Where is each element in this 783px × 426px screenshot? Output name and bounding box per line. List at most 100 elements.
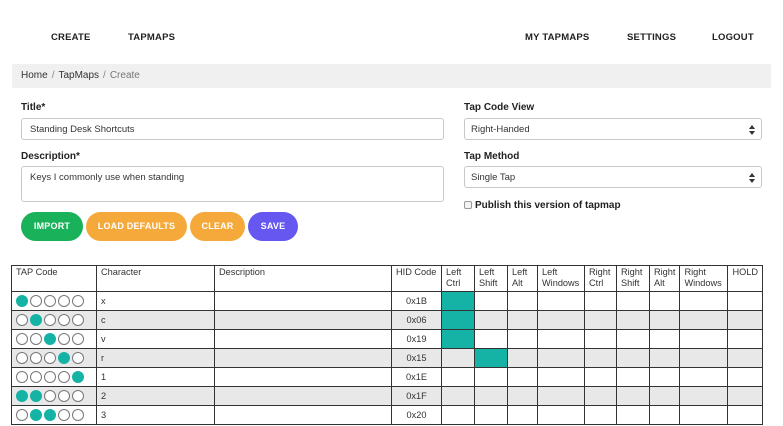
modifier-toggle-cell[interactable] [474, 329, 508, 349]
breadcrumb-separator: / [51, 70, 55, 81]
breadcrumb-tapmaps[interactable]: TapMaps [58, 70, 99, 81]
modifier-toggle-cell[interactable] [727, 310, 763, 330]
nav-settings[interactable]: SETTINGS [627, 32, 676, 43]
modifier-toggle-cell[interactable] [648, 367, 681, 387]
modifier-toggle-cell[interactable] [648, 329, 681, 349]
modifier-toggle-cell[interactable] [507, 291, 538, 311]
modifier-toggle-cell[interactable] [537, 405, 585, 425]
modifier-toggle-cell[interactable] [616, 329, 650, 349]
load-defaults-button[interactable]: LOAD DEFAULTS [86, 212, 187, 241]
modifier-toggle-cell[interactable] [537, 310, 585, 330]
modifier-toggle-cell[interactable] [584, 405, 617, 425]
modifier-toggle-cell[interactable] [727, 348, 763, 368]
modifier-toggle-cell[interactable] [679, 405, 729, 425]
description-cell[interactable] [214, 291, 392, 311]
hid-code-cell: 0x06 [391, 310, 442, 330]
description-cell[interactable] [214, 310, 392, 330]
modifier-toggle-cell[interactable] [441, 329, 475, 349]
modifier-toggle-cell[interactable] [679, 367, 729, 387]
nav-create[interactable]: CREATE [51, 32, 91, 43]
modifier-toggle-cell[interactable] [727, 291, 763, 311]
description-textarea[interactable] [21, 166, 444, 202]
modifier-toggle-cell[interactable] [441, 405, 475, 425]
description-cell[interactable] [214, 386, 392, 406]
modifier-toggle-cell[interactable] [727, 386, 763, 406]
modifier-toggle-cell[interactable] [474, 291, 508, 311]
modifier-toggle-cell[interactable] [441, 310, 475, 330]
modifier-toggle-cell[interactable] [616, 310, 650, 330]
modifier-toggle-cell[interactable] [537, 386, 585, 406]
modifier-toggle-cell[interactable] [474, 386, 508, 406]
character-cell[interactable]: v [96, 329, 215, 349]
publish-checkbox[interactable] [464, 201, 472, 209]
modifier-toggle-cell[interactable] [648, 348, 681, 368]
modifier-toggle-cell[interactable] [679, 348, 729, 368]
import-button[interactable]: IMPORT [21, 212, 83, 241]
tap-code-view-select[interactable]: Right-Handed [464, 118, 762, 140]
modifier-toggle-cell[interactable] [441, 386, 475, 406]
modifier-toggle-cell[interactable] [616, 348, 650, 368]
modifier-toggle-cell[interactable] [474, 348, 508, 368]
modifier-toggle-cell[interactable] [648, 405, 681, 425]
modifier-toggle-cell[interactable] [584, 329, 617, 349]
character-cell[interactable]: 2 [96, 386, 215, 406]
modifier-toggle-cell[interactable] [584, 310, 617, 330]
modifier-toggle-cell[interactable] [679, 386, 729, 406]
description-cell[interactable] [214, 367, 392, 387]
modifier-toggle-cell[interactable] [507, 329, 538, 349]
modifier-toggle-cell[interactable] [584, 348, 617, 368]
description-cell[interactable] [214, 348, 392, 368]
modifier-toggle-cell[interactable] [679, 291, 729, 311]
finger-dot-icon [16, 295, 28, 307]
modifier-toggle-cell[interactable] [648, 310, 681, 330]
modifier-toggle-cell[interactable] [616, 405, 650, 425]
description-cell[interactable] [214, 329, 392, 349]
column-header: TAP Code [11, 265, 97, 292]
column-header: Left Shift [474, 265, 508, 292]
modifier-toggle-cell[interactable] [537, 329, 585, 349]
modifier-toggle-cell[interactable] [727, 367, 763, 387]
modifier-toggle-cell[interactable] [727, 405, 763, 425]
modifier-toggle-cell[interactable] [474, 405, 508, 425]
modifier-toggle-cell[interactable] [616, 291, 650, 311]
modifier-toggle-cell[interactable] [507, 386, 538, 406]
modifier-toggle-cell[interactable] [537, 367, 585, 387]
character-cell[interactable]: c [96, 310, 215, 330]
modifier-toggle-cell[interactable] [537, 348, 585, 368]
title-input[interactable] [21, 118, 444, 140]
breadcrumb-home[interactable]: Home [21, 70, 48, 81]
modifier-toggle-cell[interactable] [584, 386, 617, 406]
modifier-toggle-cell[interactable] [441, 367, 475, 387]
nav-my-tapmaps[interactable]: MY TAPMAPS [525, 32, 589, 43]
character-cell[interactable]: x [96, 291, 215, 311]
save-button[interactable]: SAVE [248, 212, 298, 241]
modifier-toggle-cell[interactable] [584, 291, 617, 311]
modifier-toggle-cell[interactable] [474, 367, 508, 387]
tap-method-select[interactable]: Single Tap [464, 166, 762, 188]
modifier-toggle-cell[interactable] [474, 310, 508, 330]
modifier-toggle-cell[interactable] [441, 348, 475, 368]
modifier-toggle-cell[interactable] [616, 367, 650, 387]
description-label: Description* [21, 151, 80, 162]
character-cell[interactable]: r [96, 348, 215, 368]
clear-button[interactable]: CLEAR [190, 212, 245, 241]
modifier-toggle-cell[interactable] [507, 367, 538, 387]
modifier-toggle-cell[interactable] [441, 291, 475, 311]
modifier-toggle-cell[interactable] [537, 291, 585, 311]
modifier-toggle-cell[interactable] [507, 348, 538, 368]
modifier-toggle-cell[interactable] [507, 310, 538, 330]
modifier-toggle-cell[interactable] [507, 405, 538, 425]
character-cell[interactable]: 3 [96, 405, 215, 425]
finger-dot-icon [30, 314, 42, 326]
modifier-toggle-cell[interactable] [679, 329, 729, 349]
character-cell[interactable]: 1 [96, 367, 215, 387]
nav-logout[interactable]: LOGOUT [712, 32, 754, 43]
modifier-toggle-cell[interactable] [584, 367, 617, 387]
description-cell[interactable] [214, 405, 392, 425]
modifier-toggle-cell[interactable] [648, 386, 681, 406]
modifier-toggle-cell[interactable] [727, 329, 763, 349]
modifier-toggle-cell[interactable] [648, 291, 681, 311]
modifier-toggle-cell[interactable] [616, 386, 650, 406]
nav-tapmaps[interactable]: TAPMAPS [128, 32, 175, 43]
modifier-toggle-cell[interactable] [679, 310, 729, 330]
